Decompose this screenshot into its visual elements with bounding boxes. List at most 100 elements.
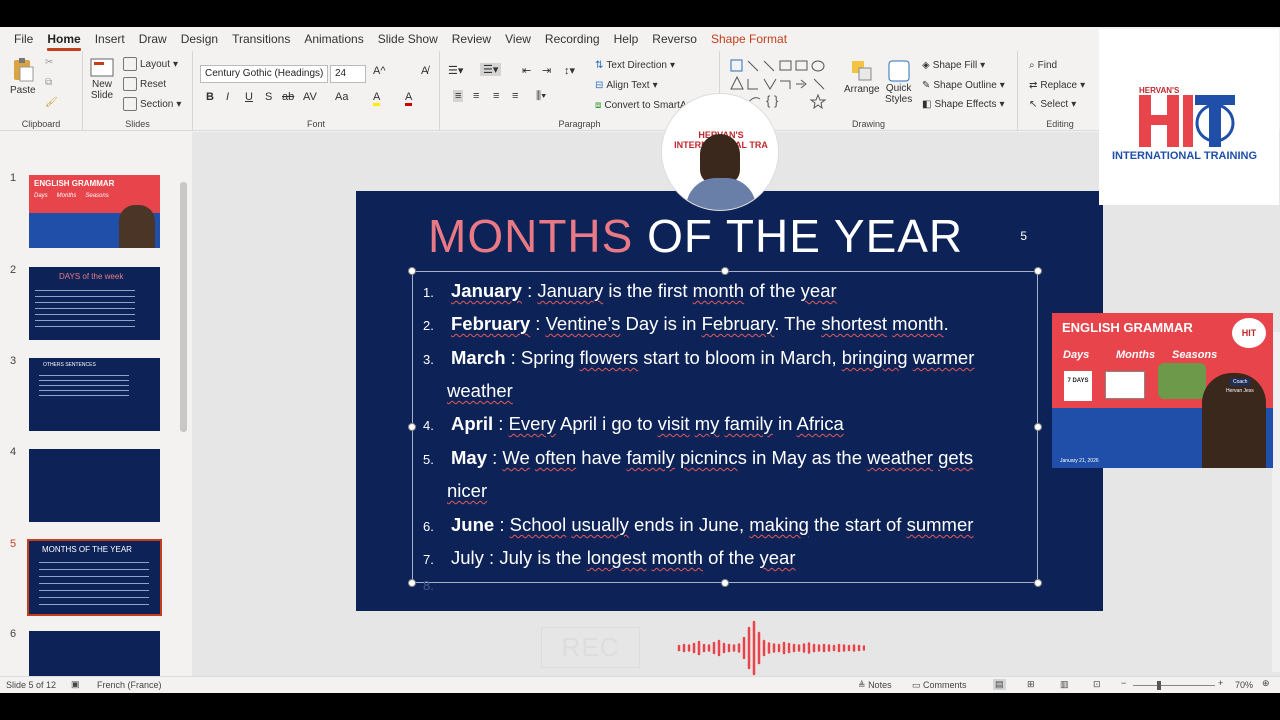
tab-design[interactable]: Design xyxy=(181,27,218,51)
comments-button[interactable]: ▭ Comments xyxy=(912,680,967,691)
shape-effects-button[interactable]: ◧ Shape Effects ▾ xyxy=(922,99,1005,110)
thumbnail-scrollbar[interactable] xyxy=(178,172,189,693)
slide-thumbnail-6[interactable] xyxy=(29,631,160,676)
tab-transitions[interactable]: Transitions xyxy=(232,27,290,51)
align-left-icon[interactable]: ≡ xyxy=(453,90,464,102)
highlight-button[interactable]: A xyxy=(373,91,381,106)
notes-button[interactable]: ≜ Notes xyxy=(858,680,892,691)
copy-icon[interactable]: ⧉ xyxy=(45,77,52,88)
underline-button[interactable]: U xyxy=(245,91,253,103)
accessibility-icon[interactable]: ▣ xyxy=(71,679,80,690)
quick-styles-button[interactable]: Quick Styles xyxy=(885,59,912,105)
numbering-icon[interactable]: ☰▾ xyxy=(480,63,502,76)
format-painter-icon[interactable]: 🖌 xyxy=(45,97,58,108)
resize-handle[interactable] xyxy=(1034,423,1042,431)
item-text: month xyxy=(692,280,745,301)
slide-thumbnail-2[interactable]: DAYS of the week xyxy=(29,267,160,340)
slide-thumbnail-5[interactable]: MONTHS OF THE YEAR xyxy=(27,539,162,616)
increase-font-icon[interactable]: A^ xyxy=(373,65,386,77)
char-spacing-button[interactable]: AV xyxy=(303,91,317,103)
select-button[interactable]: ↖ Select ▾ xyxy=(1029,99,1076,110)
zoom-in-icon[interactable]: + xyxy=(1218,678,1223,688)
zoom-level[interactable]: 70% xyxy=(1235,680,1253,690)
resize-handle[interactable] xyxy=(408,579,416,587)
shape-outline-button[interactable]: ✎ Shape Outline ▾ xyxy=(922,80,1005,91)
reading-view-icon[interactable]: ▥ xyxy=(1060,679,1069,690)
tab-shape-format[interactable]: Shape Format xyxy=(711,27,787,51)
resize-handle[interactable] xyxy=(408,423,416,431)
resize-handle[interactable] xyxy=(1034,579,1042,587)
item-text: April xyxy=(451,413,494,434)
normal-view-icon[interactable]: ▤ xyxy=(993,679,1006,690)
slide-thumbnail-3[interactable]: OTHERS SENTENCES xyxy=(29,358,160,431)
pip-logo: HIT xyxy=(1232,318,1266,348)
italic-button[interactable]: I xyxy=(226,91,229,103)
scrollbar-thumb[interactable] xyxy=(180,182,187,432)
font-color-button[interactable]: A xyxy=(405,91,413,106)
slide-title[interactable]: MONTHS OF THE YEAR xyxy=(428,209,963,263)
find-button[interactable]: ⌕ Find xyxy=(1029,60,1057,71)
align-center-icon[interactable]: ≡ xyxy=(473,90,479,102)
zoom-out-icon[interactable]: − xyxy=(1121,678,1126,688)
align-text-button[interactable]: ⊟ Align Text ▾ xyxy=(595,80,658,91)
status-bar: Slide 5 of 12 ▣ French (France) ≜ Notes … xyxy=(0,676,1280,693)
tab-home[interactable]: Home xyxy=(47,27,82,51)
arrange-button[interactable]: Arrange xyxy=(844,59,880,95)
new-slide-button[interactable]: New Slide xyxy=(89,57,115,101)
resize-handle[interactable] xyxy=(721,267,729,275)
shape-fill-button[interactable]: ◈ Shape Fill ▾ xyxy=(922,60,985,71)
item-text: warmer xyxy=(912,347,975,368)
tab-insert[interactable]: Insert xyxy=(95,27,125,51)
thumb-2-text-lines xyxy=(35,287,135,327)
justify-icon[interactable]: ≡ xyxy=(512,90,518,102)
tab-view[interactable]: View xyxy=(505,27,531,51)
section-button[interactable]: Section ▾ xyxy=(123,97,181,111)
item-text: Every xyxy=(508,413,556,434)
bullets-icon[interactable]: ☰▾ xyxy=(448,64,463,77)
columns-icon[interactable]: ⫼▾ xyxy=(536,90,546,103)
pip-seasons-image xyxy=(1158,363,1206,399)
reset-button[interactable]: Reset xyxy=(123,77,166,91)
change-case-button[interactable]: Aa xyxy=(335,91,348,103)
tab-file[interactable]: File xyxy=(14,27,33,51)
canvas-scrollbar[interactable] xyxy=(1272,332,1280,672)
font-family-select[interactable]: Century Gothic (Headings) xyxy=(200,65,328,83)
increase-indent-icon[interactable]: ⇥ xyxy=(542,64,551,77)
content-textbox[interactable]: 1. January : January is the first month o… xyxy=(412,271,1038,593)
layout-button[interactable]: Layout ▾ xyxy=(123,57,178,71)
item-text: : xyxy=(494,514,510,535)
item-text: . xyxy=(943,313,949,334)
shadow-button[interactable]: S xyxy=(265,91,272,103)
bold-button[interactable]: B xyxy=(206,91,214,103)
slide-sorter-icon[interactable]: ⊞ xyxy=(1027,679,1035,690)
resize-handle[interactable] xyxy=(721,579,729,587)
resize-handle[interactable] xyxy=(408,267,416,275)
current-slide[interactable]: MONTHS OF THE YEAR 5 1. January : January… xyxy=(356,191,1103,611)
zoom-slider[interactable] xyxy=(1133,681,1215,690)
text-direction-button[interactable]: ⇅ Text Direction ▾ xyxy=(595,60,675,71)
language-indicator[interactable]: French (France) xyxy=(97,680,162,690)
replace-button[interactable]: ⇄ Replace ▾ xyxy=(1029,80,1085,91)
tab-reverso[interactable]: Reverso xyxy=(652,27,697,51)
fit-slide-icon[interactable]: ⊕ xyxy=(1262,678,1270,689)
slide-thumbnail-1[interactable]: ENGLISH GRAMMAR Days Months Seasons xyxy=(29,175,160,248)
tab-slide-show[interactable]: Slide Show xyxy=(378,27,438,51)
decrease-indent-icon[interactable]: ⇤ xyxy=(522,64,531,77)
tab-recording[interactable]: Recording xyxy=(545,27,600,51)
align-right-icon[interactable]: ≡ xyxy=(493,90,499,102)
strikethrough-button[interactable]: ab xyxy=(282,91,294,103)
clear-format-icon[interactable]: A̸ xyxy=(421,65,428,77)
tab-draw[interactable]: Draw xyxy=(139,27,167,51)
font-size-select[interactable]: 24 xyxy=(330,65,366,83)
zoom-slider-thumb[interactable] xyxy=(1157,681,1161,690)
tab-review[interactable]: Review xyxy=(452,27,491,51)
tab-animations[interactable]: Animations xyxy=(304,27,363,51)
tab-help[interactable]: Help xyxy=(614,27,639,51)
resize-handle[interactable] xyxy=(1034,267,1042,275)
cut-icon[interactable]: ✂ xyxy=(45,57,53,68)
item-text: year xyxy=(759,547,796,568)
line-spacing-icon[interactable]: ↕▾ xyxy=(564,64,575,77)
slideshow-icon[interactable]: ⊡ xyxy=(1093,679,1101,690)
slide-thumbnail-4[interactable] xyxy=(29,449,160,522)
paste-button[interactable]: Paste xyxy=(10,57,36,96)
